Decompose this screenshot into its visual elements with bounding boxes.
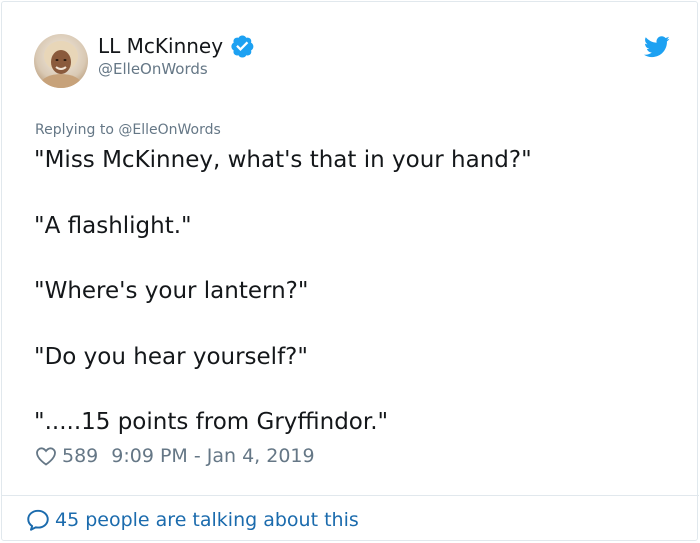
- author-name-row[interactable]: LL McKinney: [98, 33, 255, 59]
- like-count[interactable]: 589: [62, 445, 98, 467]
- tweet-text: "Miss McKinney, what's that in your hand…: [34, 144, 674, 472]
- tweet-line: "Miss McKinney, what's that in your hand…: [34, 147, 532, 173]
- talking-link[interactable]: 45 people are talking about this: [25, 506, 359, 534]
- talking-label[interactable]: 45 people are talking about this: [55, 509, 359, 531]
- avatar[interactable]: [34, 34, 88, 88]
- reply-to-label[interactable]: Replying to @ElleOnWords: [35, 122, 221, 138]
- tweet-line: "Where's your lantern?": [34, 278, 309, 305]
- verified-badge-icon: [229, 33, 255, 59]
- tweet-line: "A flashlight.": [34, 212, 192, 239]
- tweet-line: "Do you hear yourself?": [34, 343, 308, 370]
- speech-bubble-icon: [25, 507, 51, 533]
- tweet-card: LL McKinney @ElleOnWords Replying to @El…: [1, 1, 699, 541]
- author-handle[interactable]: @ElleOnWords: [98, 60, 208, 78]
- author-name[interactable]: LL McKinney: [98, 34, 223, 58]
- twitter-bird-icon[interactable]: [643, 36, 670, 58]
- tweet-line: ".....15 points from Gryffindor.": [34, 409, 389, 436]
- heart-icon[interactable]: [34, 444, 58, 468]
- tweet-meta: 589 9:09 PM - Jan 4, 2019: [34, 442, 315, 470]
- divider: [2, 495, 699, 496]
- timestamp[interactable]: 9:09 PM - Jan 4, 2019: [111, 445, 314, 467]
